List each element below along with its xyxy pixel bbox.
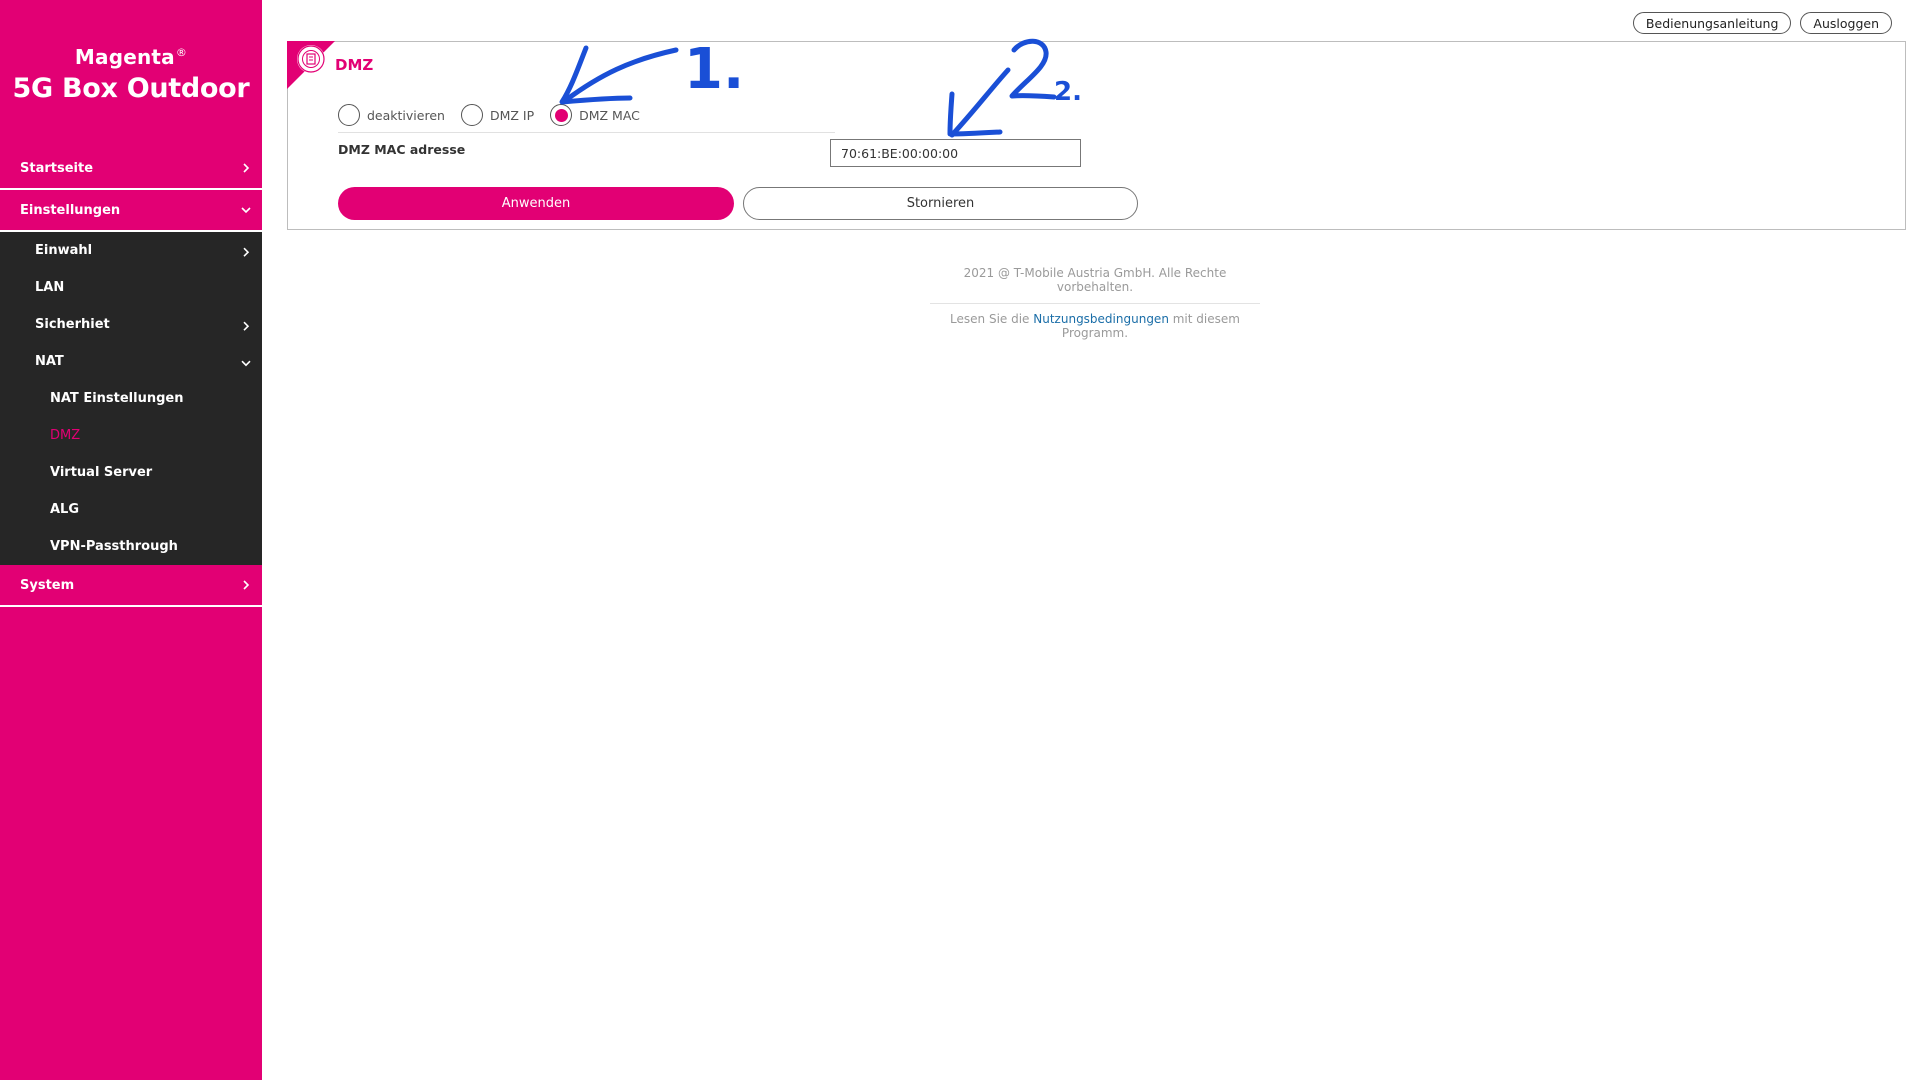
nav-alg[interactable]: ALG [0, 491, 262, 528]
footer-terms-prefix: Lesen Sie die [950, 312, 1034, 326]
nav-einwahl[interactable]: Einwahl [0, 232, 262, 269]
sidebar: Magenta® 5G Box Outdoor Startseite Einst… [0, 0, 262, 1080]
radio-dmz-ip-circle[interactable] [460, 104, 483, 126]
radio-dmz-ip[interactable]: DMZ IP [460, 104, 535, 126]
brand-registered: ® [175, 45, 188, 59]
nav-sicherheit[interactable]: Sicherhiet [0, 306, 262, 343]
nav-einstellungen-submenu: Einwahl LAN Sicherhiet NAT NAT Einstellu… [0, 232, 262, 565]
radio-dmz-mac[interactable]: DMZ MAC [550, 104, 640, 126]
radio-dmz-mac-circle[interactable] [550, 104, 573, 126]
row-divider [338, 132, 835, 133]
nav-lan-label: LAN [35, 280, 65, 295]
panel-corner-icon [287, 41, 335, 89]
nav-nat-einstellungen[interactable]: NAT Einstellungen [0, 380, 262, 417]
nav-nat[interactable]: NAT [0, 343, 262, 380]
dmz-mode-radio-group: deaktivieren DMZ IP DMZ MAC [338, 104, 656, 126]
nav-dmz[interactable]: DMZ [0, 417, 262, 454]
apply-button[interactable]: Anwenden [338, 187, 734, 220]
logout-button[interactable]: Ausloggen [1800, 12, 1892, 34]
brand-main: 5G Box Outdoor [12, 72, 250, 104]
panel-title: DMZ [335, 56, 374, 74]
nav-startseite-label: Startseite [20, 160, 94, 176]
nav-nat-label: NAT [35, 354, 64, 369]
radio-dmz-ip-label: DMZ IP [489, 107, 535, 123]
radio-selected-dot [554, 108, 568, 122]
chevron-right-icon [240, 162, 252, 174]
nav-vpn-passthrough[interactable]: VPN-Passthrough [0, 528, 262, 565]
nav-virtual-server[interactable]: Virtual Server [0, 454, 262, 491]
brand-top-text: Magenta [74, 44, 175, 69]
mac-address-label: DMZ MAC adresse [338, 142, 466, 157]
nav-einwahl-label: Einwahl [35, 243, 93, 258]
chevron-right-icon [240, 579, 252, 591]
footer: 2021 @ T-Mobile Austria GmbH. Alle Recht… [930, 266, 1260, 340]
footer-copyright: 2021 @ T-Mobile Austria GmbH. Alle Recht… [930, 266, 1260, 304]
brand-logo: Magenta® 5G Box Outdoor [0, 0, 262, 148]
nav-einstellungen-label: Einstellungen [20, 202, 121, 218]
chevron-right-icon [240, 320, 252, 332]
radio-deaktivieren-label: deaktivieren [367, 107, 445, 123]
nav-sicherheit-label: Sicherhiet [35, 317, 110, 332]
nav-system[interactable]: System [0, 565, 262, 607]
mac-address-input[interactable] [830, 139, 1081, 167]
cancel-button[interactable]: Stornieren [743, 187, 1138, 220]
chevron-right-icon [240, 246, 252, 258]
nav-startseite[interactable]: Startseite [0, 148, 262, 190]
dmz-panel: DMZ deaktivieren DMZ IP DMZ MAC DMZ MAC … [287, 41, 1906, 230]
radio-deaktivieren-circle[interactable] [338, 104, 360, 126]
manual-button[interactable]: Bedienungsanleitung [1632, 12, 1792, 34]
nav-lan[interactable]: LAN [0, 269, 262, 306]
footer-terms: Lesen Sie die Nutzungsbedingungen mit di… [930, 312, 1260, 340]
nav-einstellungen[interactable]: Einstellungen [0, 190, 262, 232]
chevron-down-icon [240, 204, 252, 216]
radio-dmz-mac-label: DMZ MAC [579, 107, 640, 123]
chevron-down-icon [240, 357, 252, 369]
app: Magenta® 5G Box Outdoor Startseite Einst… [0, 0, 1920, 1080]
terms-link[interactable]: Nutzungsbedingungen [1033, 312, 1169, 326]
brand-top: Magenta® [75, 45, 187, 69]
radio-deaktivieren[interactable]: deaktivieren [338, 104, 445, 126]
top-actions: Bedienungsanleitung Ausloggen [1632, 12, 1892, 34]
nav-system-label: System [20, 577, 75, 593]
